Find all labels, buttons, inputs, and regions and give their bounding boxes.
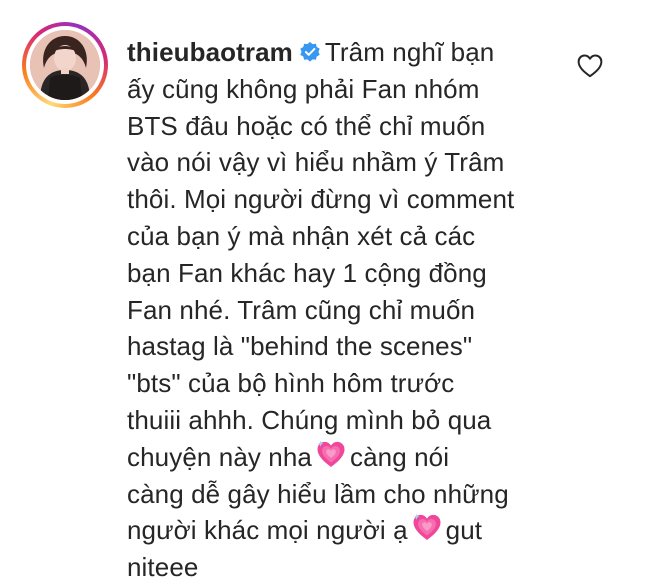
comment-line-text: Trâm nghĩ bạn [324,37,495,67]
comment-line-text: gut [445,515,483,546]
comment: thieubaotram Trâm nghĩ bạn ấy cũng không … [0,0,645,584]
avatar[interactable] [22,22,108,108]
username-link[interactable]: thieubaotram [127,37,293,67]
comment-line-text: người khác mọi người ạ [127,515,408,546]
comment-text: thieubaotram Trâm nghĩ bạn ấy cũng không … [127,34,557,586]
comment-line: thieubaotram Trâm nghĩ bạn [127,34,557,71]
heart-outline-icon[interactable] [576,52,604,80]
comment-line: của bạn ý mà nhận xét cả các [127,220,476,251]
comment-line: thuiii ahhh. Chúng mình bỏ qua [127,404,492,435]
avatar-portrait-image [30,30,100,100]
comment-line: người khác mọi người ạ gut [127,512,557,549]
comment-line: bạn Fan khác hay 1 cộng đồng [127,257,487,288]
comment-line: thôi. Mọi người đừng vì comment [127,184,515,215]
comment-line: "bts" của bộ hình hôm trước [127,368,455,399]
comment-line: càng dễ gây hiểu lầm cho những [127,478,509,509]
growing-heart-emoji-icon [317,440,345,467]
comment-line: chuyện này nha càng nói [127,439,557,476]
verified-badge-icon [300,41,320,62]
avatar-border [26,26,104,104]
growing-heart-emoji-icon [413,514,441,541]
comment-line: vào nói vậy vì hiểu nhầm ý Trâm [127,147,505,178]
avatar-photo [30,30,100,100]
comment-line: ấy cũng không phải Fan nhóm [127,73,480,104]
comment-line: Fan nhé. Trâm cũng chỉ muốn [127,294,476,325]
comment-line: BTS đâu hoặc có thể chỉ muốn [127,110,486,141]
comment-line-text: chuyện này nha [127,441,312,472]
comment-line: niteee [127,552,199,583]
comment-line-text: càng nói [350,441,450,472]
comment-line: hastag là "behind the scenes" [127,331,473,362]
